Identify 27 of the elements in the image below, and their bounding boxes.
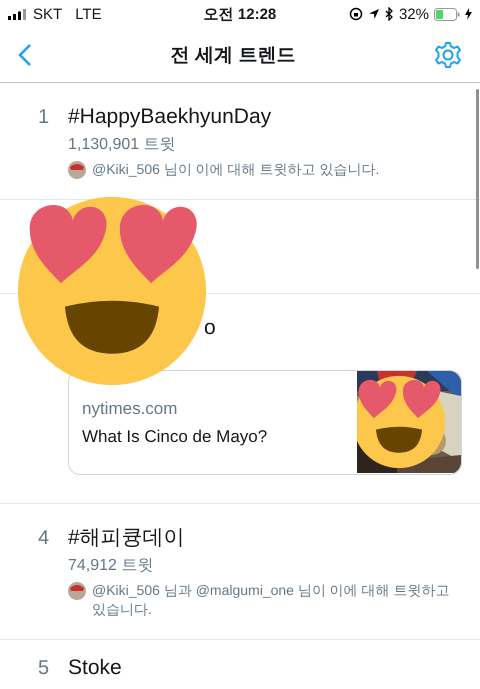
rotation-lock-icon (348, 7, 363, 21)
charging-bolt-icon (465, 8, 472, 20)
tweet-count: 74,912 트윗 (68, 556, 154, 575)
trend-rank: 5 (37, 657, 50, 680)
network-type: LTE (75, 6, 102, 22)
page-title: 전 세계 트렌드 (170, 44, 296, 68)
battery-percentage: 32% (398, 6, 429, 22)
trend-title[interactable]: #해피큥데이 (68, 526, 185, 550)
tweet-count: 1,130,901 트윗 (68, 135, 177, 154)
tweeting-users-text: @Kiki_506 님과 @malgumi_one 님이 이에 대해 트윗하고 있습니다. (92, 581, 451, 619)
trend-title[interactable]: Stoke (68, 656, 122, 680)
location-arrow-icon (368, 8, 380, 20)
link-card[interactable]: nytimes.com What Is Cinco de Mayo? (68, 370, 462, 475)
trend-rank: 4 (37, 527, 50, 550)
carrier-name: SKT (33, 6, 62, 22)
clock-time: 오전 12:28 (204, 4, 276, 24)
link-headline: What Is Cinco de Mayo? (82, 426, 268, 446)
trend-title[interactable]: #HappyBaekhyunDay (68, 105, 272, 129)
signal-icon (8, 8, 28, 20)
trend-title[interactable]: o (204, 316, 216, 340)
battery-icon (434, 8, 460, 20)
avatar-icon (68, 161, 86, 179)
avatar-icon (68, 582, 86, 600)
link-domain: nytimes.com (82, 398, 178, 418)
bluetooth-icon (384, 7, 394, 21)
trend-rank: 1 (37, 106, 50, 129)
tweeting-users-text: @Kiki_506 님이 이에 대해 트윗하고 있습니다. (92, 160, 380, 179)
